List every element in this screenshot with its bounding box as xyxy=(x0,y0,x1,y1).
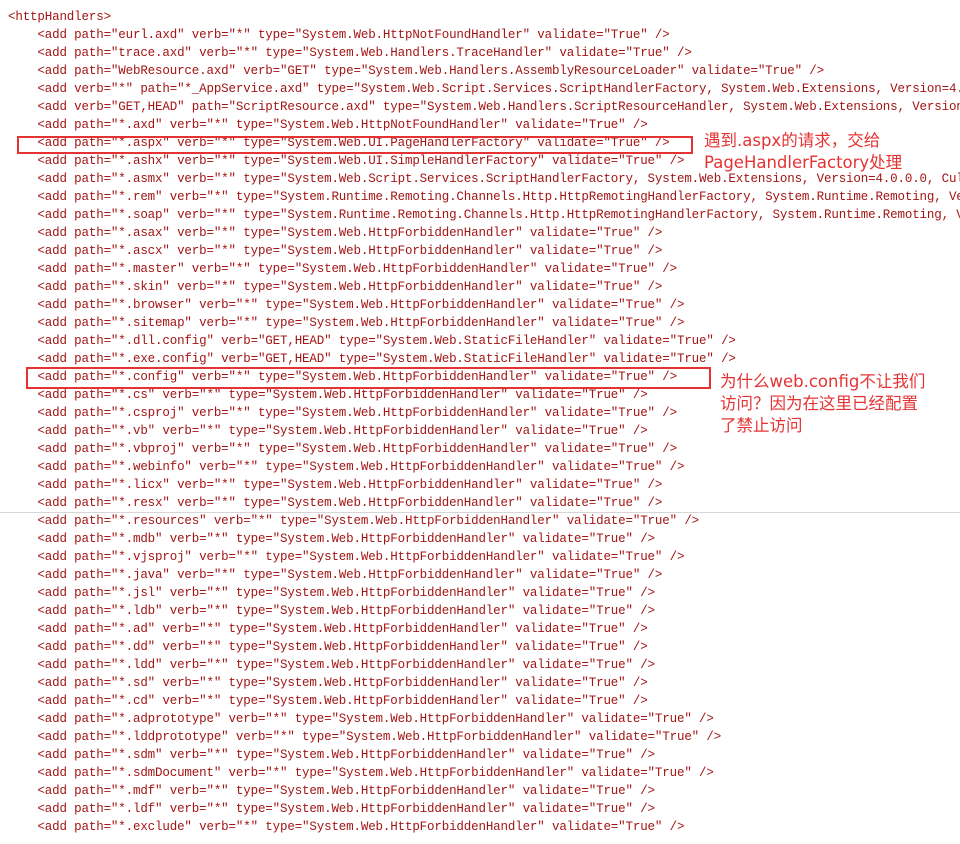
code-line: <add path="*.mdf" verb="*" type="System.… xyxy=(8,782,655,800)
code-line-text: <add path="*.ldb" verb="*" type="System.… xyxy=(8,604,655,618)
code-line-text: <add path="*.sdm" verb="*" type="System.… xyxy=(8,748,655,762)
code-line: <add path="*.vbproj" verb="*" type="Syst… xyxy=(8,440,677,458)
code-line-text: <add path="*.axd" verb="*" type="System.… xyxy=(8,118,648,132)
code-line: <add path="*.exe.config" verb="GET,HEAD"… xyxy=(8,350,736,368)
config-annotation: 为什么web.config不让我们 访问？因为在这里已经配置 了禁止访问 xyxy=(720,372,926,435)
code-line-text: <add path="*.vb" verb="*" type="System.W… xyxy=(8,424,648,438)
code-line-text: <add path="*.ldf" verb="*" type="System.… xyxy=(8,802,655,816)
code-line: <add path="*.mdb" verb="*" type="System.… xyxy=(8,530,655,548)
code-line-text: <add path="*.ad" verb="*" type="System.W… xyxy=(8,622,648,636)
code-line-text: <add path="eurl.axd" verb="*" type="Syst… xyxy=(8,28,670,42)
code-line: <add path="*.ascx" verb="*" type="System… xyxy=(8,242,662,260)
code-line-text: <add path="*.ashx" verb="*" type="System… xyxy=(8,154,685,168)
code-line: <add path="*.soap" verb="*" type="System… xyxy=(8,206,960,224)
code-line-text: <add path="*.csproj" verb="*" type="Syst… xyxy=(8,406,677,420)
code-line-text: <add path="*.webinfo" verb="*" type="Sys… xyxy=(8,460,685,474)
code-line-text: <add path="*.adprototype" verb="*" type=… xyxy=(8,712,714,726)
code-line-text: <add path="*.lddprototype" verb="*" type… xyxy=(8,730,722,744)
code-line: <add path="*.ldf" verb="*" type="System.… xyxy=(8,800,655,818)
code-line-text: <add path="*.resx" verb="*" type="System… xyxy=(8,496,663,510)
code-line: <add path="*.resources" verb="*" type="S… xyxy=(8,512,699,530)
code-line-text: <add path="trace.axd" verb="*" type="Sys… xyxy=(8,46,692,60)
code-line: <httpHandlers> xyxy=(8,8,111,26)
code-line-text: <add path="*.sdmDocument" verb="*" type=… xyxy=(8,766,714,780)
code-line-text: <add path="WebResource.axd" verb="GET" t… xyxy=(8,64,824,78)
code-line: <add path="*.sdmDocument" verb="*" type=… xyxy=(8,764,714,782)
code-line-text: <add path="*.exclude" verb="*" type="Sys… xyxy=(8,820,685,834)
code-line: <add path="*.vjsproj" verb="*" type="Sys… xyxy=(8,548,684,566)
code-line-text: <add path="*.master" verb="*" type="Syst… xyxy=(8,262,677,276)
config-highlight-box xyxy=(26,367,711,389)
code-line: <add path="*.vb" verb="*" type="System.W… xyxy=(8,422,648,440)
code-line-text: <add path="*.sitemap" verb="*" type="Sys… xyxy=(8,316,685,330)
code-line: <add path="*.ashx" verb="*" type="System… xyxy=(8,152,684,170)
code-line-text: <add path="*.vjsproj" verb="*" type="Sys… xyxy=(8,550,685,564)
code-line: <add path="*.licx" verb="*" type="System… xyxy=(8,476,662,494)
code-line-text: <add path="*.mdf" verb="*" type="System.… xyxy=(8,784,655,798)
code-line: <add path="*.resx" verb="*" type="System… xyxy=(8,494,662,512)
code-line: <add path="*.adprototype" verb="*" type=… xyxy=(8,710,714,728)
code-line-text: <add path="*.cs" verb="*" type="System.W… xyxy=(8,388,648,402)
code-line-text: <add path="*.soap" verb="*" type="System… xyxy=(8,208,960,222)
code-line: <add path="*.sd" verb="*" type="System.W… xyxy=(8,674,648,692)
code-line: <add path="*.dd" verb="*" type="System.W… xyxy=(8,638,648,656)
code-line-text: <add path="*.dll.config" verb="GET,HEAD"… xyxy=(8,334,736,348)
code-line: <add path="*.ad" verb="*" type="System.W… xyxy=(8,620,648,638)
code-line: <add verb="*" path="*_AppService.axd" ty… xyxy=(8,80,960,98)
code-line: <add path="*.exclude" verb="*" type="Sys… xyxy=(8,818,684,836)
code-line-text: <add path="*.dd" verb="*" type="System.W… xyxy=(8,640,648,654)
code-line-text: <add path="*.mdb" verb="*" type="System.… xyxy=(8,532,655,546)
code-line: <add path="eurl.axd" verb="*" type="Syst… xyxy=(8,26,670,44)
code-line: <add path="*.csproj" verb="*" type="Syst… xyxy=(8,404,677,422)
code-line: <add verb="GET,HEAD" path="ScriptResourc… xyxy=(8,98,960,116)
aspx-highlight-box xyxy=(17,136,693,154)
aspx-annotation: 遇到.aspx的请求，交给 PageHandlerFactory处理 xyxy=(704,131,903,172)
code-line: <add path="*.sdm" verb="*" type="System.… xyxy=(8,746,655,764)
code-line: <add path="*.lddprototype" verb="*" type… xyxy=(8,728,721,746)
code-line-text: <add path="*.asax" verb="*" type="System… xyxy=(8,226,663,240)
code-line-text: <add path="*.exe.config" verb="GET,HEAD"… xyxy=(8,352,736,366)
code-line: <add path="*.axd" verb="*" type="System.… xyxy=(8,116,648,134)
code-line: <add path="*.webinfo" verb="*" type="Sys… xyxy=(8,458,684,476)
code-line-text: <add path="*.resources" verb="*" type="S… xyxy=(8,514,700,528)
code-line-text: <add path="*.jsl" verb="*" type="System.… xyxy=(8,586,655,600)
code-line-text: <add path="*.cd" verb="*" type="System.W… xyxy=(8,694,648,708)
code-line: <add path="*.master" verb="*" type="Syst… xyxy=(8,260,677,278)
code-line-text: <add path="*.rem" verb="*" type="System.… xyxy=(8,190,960,204)
code-line-text: <add path="*.asmx" verb="*" type="System… xyxy=(8,172,960,186)
code-line: <add path="*.rem" verb="*" type="System.… xyxy=(8,188,960,206)
code-line: <add path="*.ldd" verb="*" type="System.… xyxy=(8,656,655,674)
code-line: <add path="*.asax" verb="*" type="System… xyxy=(8,224,662,242)
code-line: <add path="*.dll.config" verb="GET,HEAD"… xyxy=(8,332,736,350)
code-line: <add path="*.jsl" verb="*" type="System.… xyxy=(8,584,655,602)
code-line: <add path="*.sitemap" verb="*" type="Sys… xyxy=(8,314,684,332)
code-line: <add path="*.skin" verb="*" type="System… xyxy=(8,278,662,296)
code-line-text: <add verb="*" path="*_AppService.axd" ty… xyxy=(8,82,960,96)
code-line: <add path="*.browser" verb="*" type="Sys… xyxy=(8,296,684,314)
code-line-text: <add path="*.browser" verb="*" type="Sys… xyxy=(8,298,685,312)
code-line: <add path="*.java" verb="*" type="System… xyxy=(8,566,662,584)
code-line: <add path="*.cd" verb="*" type="System.W… xyxy=(8,692,648,710)
code-line-text: <add path="*.ldd" verb="*" type="System.… xyxy=(8,658,655,672)
line-divider xyxy=(0,512,960,513)
code-line: <add path="*.ldb" verb="*" type="System.… xyxy=(8,602,655,620)
code-line-text: <add path="*.vbproj" verb="*" type="Syst… xyxy=(8,442,677,456)
code-line-text: <add verb="GET,HEAD" path="ScriptResourc… xyxy=(8,100,960,114)
code-line-text: <add path="*.ascx" verb="*" type="System… xyxy=(8,244,663,258)
code-line-text: <add path="*.sd" verb="*" type="System.W… xyxy=(8,676,648,690)
code-line-text: <add path="*.licx" verb="*" type="System… xyxy=(8,478,663,492)
code-line: <add path="WebResource.axd" verb="GET" t… xyxy=(8,62,824,80)
code-line: <add path="trace.axd" verb="*" type="Sys… xyxy=(8,44,692,62)
code-line-text: <httpHandlers> xyxy=(8,10,111,24)
code-line-text: <add path="*.java" verb="*" type="System… xyxy=(8,568,663,582)
code-line-text: <add path="*.skin" verb="*" type="System… xyxy=(8,280,663,294)
